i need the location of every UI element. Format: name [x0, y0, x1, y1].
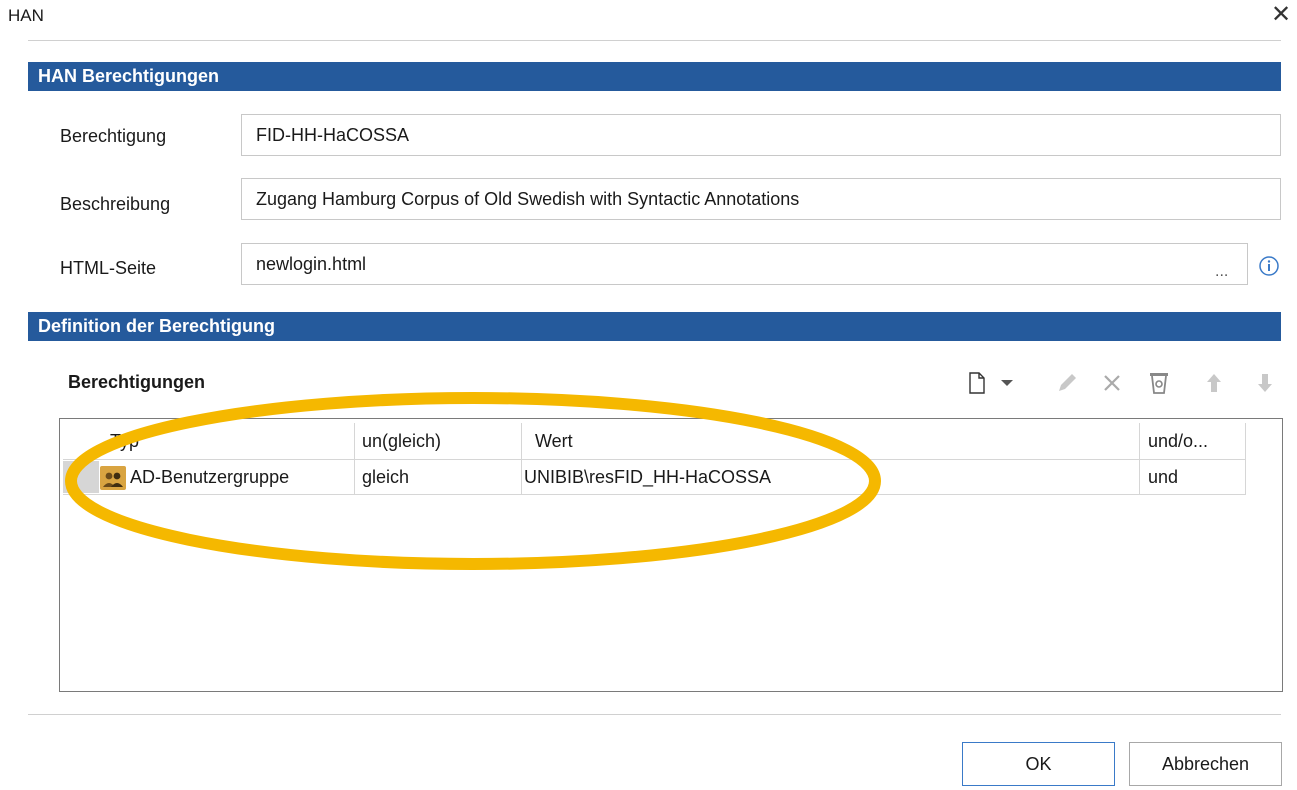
close-icon[interactable]: ✕ — [1271, 3, 1291, 27]
permission-label: Berechtigung — [60, 126, 167, 146]
edit-pencil-icon — [1054, 370, 1080, 396]
section-header-definition: Definition der Berechtigung — [28, 312, 1281, 341]
description-field[interactable]: Zugang Hamburg Corpus of Old Swedish wit… — [241, 178, 1281, 220]
section-header-han-permissions: HAN Berechtigungen — [28, 62, 1281, 91]
delete-x-icon — [1099, 370, 1125, 396]
cell-type: AD-Benutzergruppe — [130, 467, 290, 487]
title-divider — [28, 40, 1281, 41]
cell-logic: und — [1148, 467, 1179, 487]
cell-operator: gleich — [362, 467, 410, 487]
dropdown-arrow-icon[interactable] — [994, 370, 1020, 396]
cancel-button[interactable]: Abbrechen — [1129, 742, 1282, 786]
footer-divider — [28, 714, 1281, 715]
ok-button[interactable]: OK — [962, 742, 1115, 786]
column-header-operator[interactable]: un(gleich) — [362, 431, 441, 452]
description-label: Beschreibung — [60, 194, 171, 214]
permissions-table[interactable]: Typ un(gleich) Wert und/o... AD-Benutzer… — [59, 418, 1283, 692]
cell-value: UNIBIB\resFID_HH-HaCOSSA — [524, 467, 772, 487]
info-icon[interactable] — [1258, 255, 1280, 277]
column-header-type[interactable]: Typ — [110, 431, 139, 452]
permissions-list-title: Berechtigungen — [68, 372, 206, 392]
html-page-label: HTML-Seite — [60, 258, 157, 278]
html-page-value: newlogin.html — [256, 254, 367, 274]
window-title: HAN — [8, 6, 44, 25]
permission-value: FID-HH-HaCOSSA — [256, 125, 410, 145]
permission-field[interactable]: FID-HH-HaCOSSA — [241, 114, 1281, 156]
move-up-icon — [1201, 370, 1227, 396]
clear-icon — [1146, 370, 1172, 396]
new-document-icon[interactable] — [964, 370, 990, 396]
description-value: Zugang Hamburg Corpus of Old Swedish wit… — [256, 189, 800, 209]
user-group-icon — [100, 466, 126, 490]
move-down-icon — [1252, 370, 1278, 396]
browse-button[interactable]: ... — [1215, 264, 1228, 280]
row-selector[interactable] — [63, 461, 99, 493]
column-header-logic[interactable]: und/o... — [1148, 431, 1208, 452]
column-header-value[interactable]: Wert — [535, 431, 573, 452]
html-page-field[interactable]: newlogin.html — [241, 243, 1248, 285]
